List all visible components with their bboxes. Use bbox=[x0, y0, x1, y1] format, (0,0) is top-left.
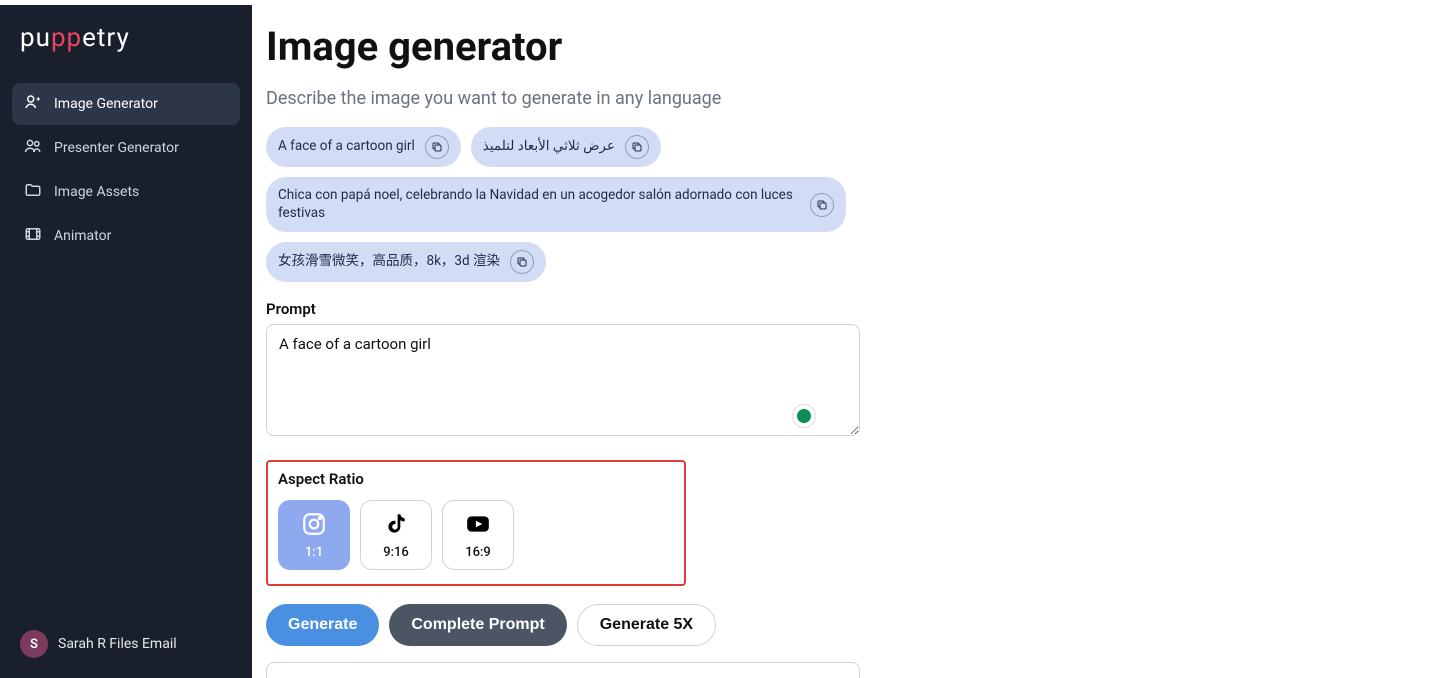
generate-5x-button[interactable]: Generate 5X bbox=[577, 604, 716, 646]
prompt-input[interactable] bbox=[266, 324, 860, 436]
aspect-ratio-9-16[interactable]: 9:16 bbox=[360, 500, 432, 570]
tiktok-icon bbox=[383, 511, 409, 541]
suggestion-chip[interactable]: A face of a cartoon girl bbox=[266, 127, 461, 167]
suggestion-text: A face of a cartoon girl bbox=[278, 138, 415, 156]
suggestion-chip[interactable]: عرض ثلاثي الأبعاد لتلميذ bbox=[471, 127, 661, 167]
film-icon bbox=[24, 225, 42, 247]
complete-prompt-button[interactable]: Complete Prompt bbox=[389, 604, 566, 646]
page-title: Image generator bbox=[266, 23, 1400, 70]
aspect-ratio-options: 1:1 9:16 16:9 bbox=[278, 500, 674, 570]
prompt-label: Prompt bbox=[266, 300, 1400, 318]
user-area[interactable]: S Sarah R Files Email bbox=[12, 622, 240, 666]
person-plus-icon bbox=[24, 93, 42, 115]
sidebar-item-label: Image Generator bbox=[54, 96, 158, 112]
suggestion-chips: A face of a cartoon girl عرض ثلاثي الأبع… bbox=[266, 127, 1126, 282]
page-description: Describe the image you want to generate … bbox=[266, 88, 1400, 109]
aspect-ratio-label: Aspect Ratio bbox=[278, 470, 674, 488]
copy-icon[interactable] bbox=[625, 135, 649, 159]
sidebar-item-label: Image Assets bbox=[54, 184, 139, 200]
user-name: Sarah R Files Email bbox=[58, 636, 177, 652]
suggestion-chip[interactable]: 女孩滑雪微笑，高品质，8k，3d 渲染 bbox=[266, 242, 546, 282]
youtube-icon bbox=[465, 511, 491, 541]
sidebar-item-presenter-generator[interactable]: Presenter Generator bbox=[12, 127, 240, 169]
folder-icon bbox=[24, 181, 42, 203]
main-content: Image generator Describe the image you w… bbox=[252, 5, 1430, 678]
sidebar-item-label: Presenter Generator bbox=[54, 140, 179, 156]
suggestion-text: Chica con papá noel, celebrando la Navid… bbox=[278, 187, 800, 222]
action-buttons: Generate Complete Prompt Generate 5X bbox=[266, 604, 1400, 646]
copy-icon[interactable] bbox=[510, 250, 534, 274]
copy-icon[interactable] bbox=[425, 135, 449, 159]
suggestion-text: عرض ثلاثي الأبعاد لتلميذ bbox=[483, 138, 615, 156]
aspect-ratio-section: Aspect Ratio 1:1 9:16 bbox=[266, 460, 686, 586]
suggestion-text: 女孩滑雪微笑，高品质，8k，3d 渲染 bbox=[278, 253, 500, 271]
sidebar-item-image-generator[interactable]: Image Generator bbox=[12, 83, 240, 125]
copy-icon[interactable] bbox=[810, 193, 834, 217]
sidebar: puppetry Image Generator Presenter Gener… bbox=[0, 5, 252, 678]
prompt-wrap bbox=[266, 324, 860, 440]
sidebar-item-label: Animator bbox=[54, 228, 111, 244]
sidebar-item-animator[interactable]: Animator bbox=[12, 215, 240, 257]
advanced-options-toggle[interactable]: Advanced Options bbox=[266, 662, 860, 678]
suggestion-chip[interactable]: Chica con papá noel, celebrando la Navid… bbox=[266, 177, 846, 232]
aspect-ratio-label-text: 16:9 bbox=[465, 545, 491, 560]
grammar-check-icon[interactable] bbox=[792, 404, 816, 428]
instagram-icon bbox=[301, 511, 327, 541]
sidebar-item-image-assets[interactable]: Image Assets bbox=[12, 171, 240, 213]
people-icon bbox=[24, 137, 42, 159]
aspect-ratio-1-1[interactable]: 1:1 bbox=[278, 500, 350, 570]
aspect-ratio-16-9[interactable]: 16:9 bbox=[442, 500, 514, 570]
logo: puppetry bbox=[12, 17, 240, 71]
aspect-ratio-label-text: 9:16 bbox=[383, 545, 409, 560]
aspect-ratio-label-text: 1:1 bbox=[305, 545, 323, 560]
sidebar-nav: Image Generator Presenter Generator Imag… bbox=[12, 83, 240, 257]
generate-button[interactable]: Generate bbox=[266, 604, 379, 646]
avatar: S bbox=[20, 630, 48, 658]
